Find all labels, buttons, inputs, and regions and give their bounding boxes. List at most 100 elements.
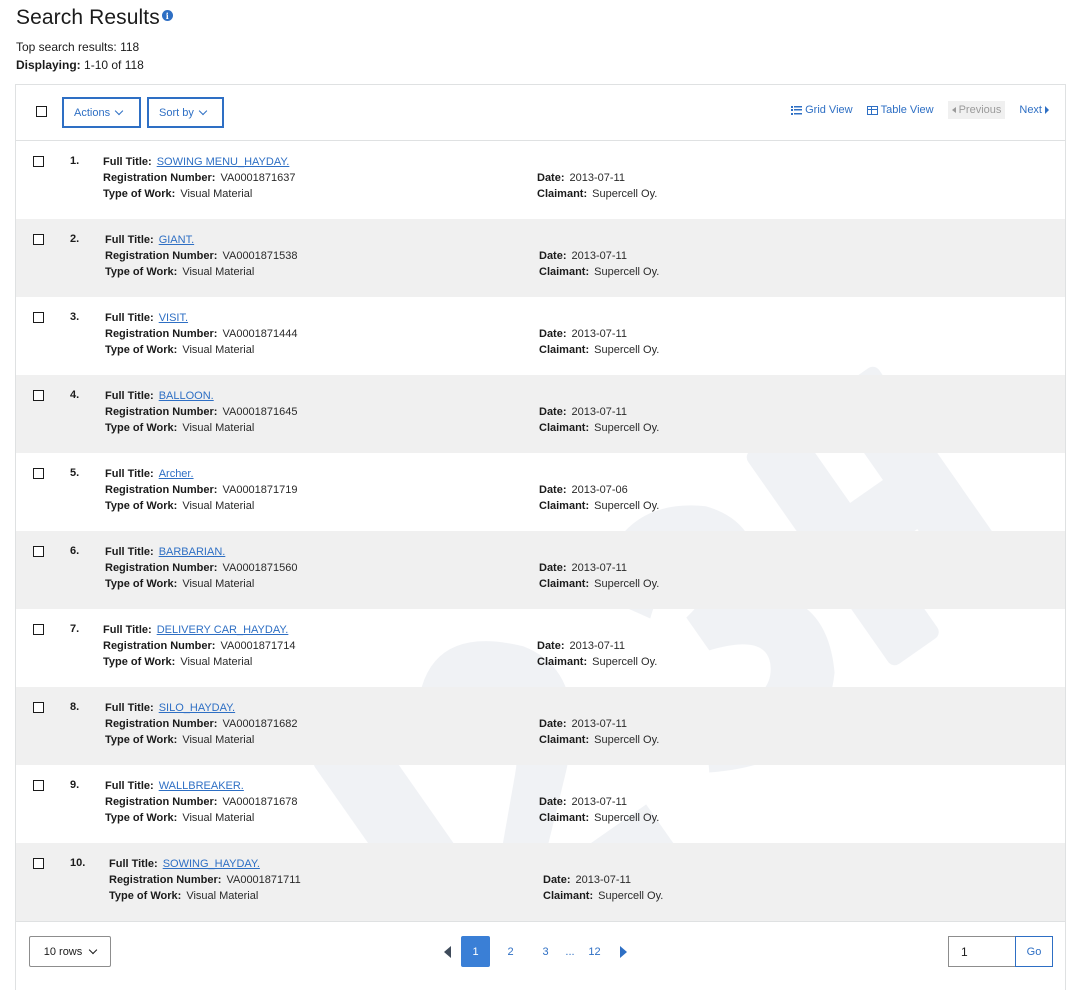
result-meta-info: Date: 2013-07-11 Claimant: Supercell Oy. <box>537 638 657 670</box>
type-of-work-label: Type of Work: <box>103 656 176 668</box>
result-title-link[interactable]: SOWING_HAYDAY. <box>163 858 260 870</box>
type-of-work-label: Type of Work: <box>105 578 178 590</box>
next-link[interactable]: Next <box>1019 104 1049 116</box>
registration-number-label: Registration Number: <box>105 484 218 496</box>
type-of-work-value: Visual Material <box>182 578 255 590</box>
result-row: 6. Full Title: BARBARIAN. Registration Nu… <box>16 531 1065 609</box>
result-checkbox[interactable] <box>33 468 44 479</box>
result-number: 3. <box>70 311 80 323</box>
result-number: 1. <box>70 155 80 167</box>
result-row: 4. Full Title: BALLOON. Registration Numb… <box>16 375 1065 453</box>
displaying-value: 1-10 of 118 <box>84 58 144 72</box>
result-checkbox[interactable] <box>33 702 44 713</box>
result-number: 10. <box>70 857 86 869</box>
result-checkbox[interactable] <box>33 780 44 791</box>
page-1-button[interactable]: 1 <box>461 936 490 967</box>
claimant-label: Claimant: <box>539 734 590 746</box>
result-title-link[interactable]: WALLBREAKER. <box>159 780 244 792</box>
full-title-label: Full Title: <box>105 780 154 792</box>
claimant-label: Claimant: <box>539 578 590 590</box>
pagination-bar: 10 rows 1 2 3 ... 12 Go <box>16 921 1065 991</box>
type-of-work-label: Type of Work: <box>103 188 176 200</box>
result-checkbox[interactable] <box>33 858 44 869</box>
result-title-link[interactable]: DELIVERY CAR_HAYDAY. <box>157 624 289 636</box>
result-main-info: Full Title: SOWING_HAYDAY. Registration N… <box>109 856 301 904</box>
result-number: 2. <box>70 233 80 245</box>
full-title-label: Full Title: <box>105 546 154 558</box>
caret-left-icon <box>443 945 451 958</box>
type-of-work-value: Visual Material <box>182 734 255 746</box>
result-checkbox[interactable] <box>33 312 44 323</box>
result-main-info: Full Title: GIANT. Registration Number: VA… <box>105 232 298 280</box>
page-2-button[interactable]: 2 <box>496 936 525 967</box>
results-summary: Top search results: 118 Displaying: 1-10… <box>16 38 144 74</box>
chevron-down-icon <box>198 106 208 116</box>
result-title-link[interactable]: VISIT. <box>159 312 188 324</box>
full-title-label: Full Title: <box>105 312 154 324</box>
previous-link[interactable]: Previous <box>947 101 1006 119</box>
registration-number-label: Registration Number: <box>105 328 218 340</box>
page-title-row: Search Results i <box>16 6 173 30</box>
date-value: 2013-07-11 <box>571 250 627 262</box>
sort-by-dropdown[interactable]: Sort by <box>147 97 224 128</box>
result-title-link[interactable]: SILO_HAYDAY. <box>159 702 235 714</box>
result-title-link[interactable]: GIANT. <box>159 234 194 246</box>
full-title-label: Full Title: <box>109 858 158 870</box>
results-list: 1. Full Title: SOWING MENU_HAYDAY. Regist… <box>16 141 1065 921</box>
registration-number-value: VA0001871538 <box>222 250 298 262</box>
type-of-work-label: Type of Work: <box>105 734 178 746</box>
result-row: 3. Full Title: VISIT. Registration Number… <box>16 297 1065 375</box>
result-checkbox[interactable] <box>33 234 44 245</box>
page-12-button[interactable]: 12 <box>580 936 609 967</box>
results-toolbar: Actions Sort by Grid View Table View Pre… <box>16 85 1065 141</box>
type-of-work-value: Visual Material <box>182 422 255 434</box>
date-label: Date: <box>539 562 567 574</box>
claimant-label: Claimant: <box>539 422 590 434</box>
go-to-page-input[interactable] <box>948 936 1015 967</box>
result-main-info: Full Title: SILO_HAYDAY. Registration Num… <box>105 700 298 748</box>
result-checkbox[interactable] <box>33 156 44 167</box>
result-main-info: Full Title: WALLBREAKER. Registration Num… <box>105 778 298 826</box>
date-label: Date: <box>543 874 571 886</box>
claimant-value: Supercell Oy. <box>598 890 664 902</box>
rows-per-page-select[interactable]: 10 rows <box>29 936 111 967</box>
claimant-value: Supercell Oy. <box>594 422 660 434</box>
actions-dropdown[interactable]: Actions <box>62 97 141 128</box>
info-icon[interactable]: i <box>161 10 173 21</box>
date-value: 2013-07-11 <box>571 718 627 730</box>
registration-number-label: Registration Number: <box>105 562 218 574</box>
result-title-link[interactable]: SOWING MENU_HAYDAY. <box>157 156 290 168</box>
result-checkbox[interactable] <box>33 624 44 635</box>
type-of-work-label: Type of Work: <box>105 812 178 824</box>
result-main-info: Full Title: DELIVERY CAR_HAYDAY. Registra… <box>103 622 296 670</box>
type-of-work-value: Visual Material <box>186 890 259 902</box>
claimant-label: Claimant: <box>539 812 590 824</box>
result-meta-info: Date: 2013-07-06 Claimant: Supercell Oy. <box>539 482 659 514</box>
result-title-link[interactable]: BALLOON. <box>159 390 214 402</box>
type-of-work-label: Type of Work: <box>109 890 182 902</box>
date-label: Date: <box>539 796 567 808</box>
date-value: 2013-07-11 <box>575 874 631 886</box>
next-page-button[interactable] <box>612 936 634 967</box>
result-row: 10. Full Title: SOWING_HAYDAY. Registrati… <box>16 843 1065 921</box>
grid-view-link[interactable]: Grid View <box>791 104 853 116</box>
result-checkbox[interactable] <box>33 390 44 401</box>
page-3-button[interactable]: 3 <box>531 936 560 967</box>
result-checkbox[interactable] <box>33 546 44 557</box>
claimant-value: Supercell Oy. <box>594 344 660 356</box>
registration-number-value: VA0001871444 <box>222 328 298 340</box>
claimant-value: Supercell Oy. <box>594 500 660 512</box>
previous-page-button[interactable] <box>436 936 458 967</box>
result-meta-info: Date: 2013-07-11 Claimant: Supercell Oy. <box>539 794 659 826</box>
table-icon <box>866 105 878 115</box>
select-all-checkbox[interactable] <box>36 106 47 117</box>
result-title-link[interactable]: Archer. <box>159 468 194 480</box>
page-navigation: 1 2 3 ... 12 <box>436 936 634 967</box>
result-meta-info: Date: 2013-07-11 Claimant: Supercell Oy. <box>539 560 659 592</box>
chevron-down-icon <box>89 945 98 955</box>
go-button[interactable]: Go <box>1015 936 1053 967</box>
result-number: 9. <box>70 779 80 791</box>
grid-view-label: Grid View <box>805 104 853 116</box>
result-title-link[interactable]: BARBARIAN. <box>159 546 226 558</box>
table-view-link[interactable]: Table View <box>866 104 934 116</box>
